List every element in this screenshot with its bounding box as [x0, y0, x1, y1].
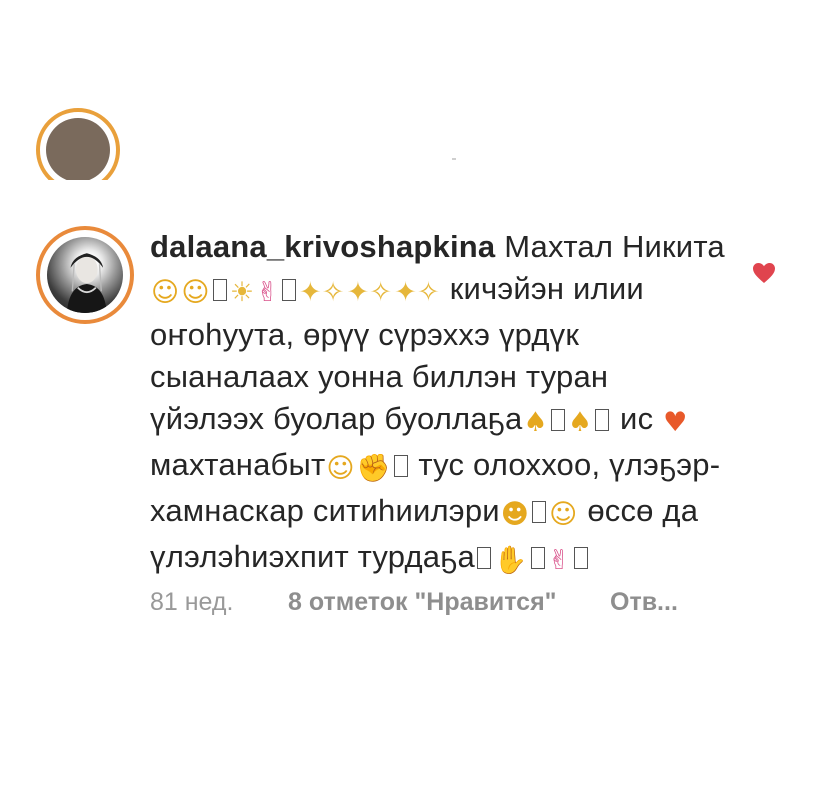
- folded-hands-icon: ♠: [567, 407, 593, 438]
- missing-glyph-icon: [573, 547, 588, 569]
- smiling-face-icon: ☺: [326, 453, 355, 484]
- thumbs-up-icon: ✌: [256, 277, 279, 308]
- missing-glyph-icon: [476, 547, 491, 569]
- profile-photo: [66, 253, 107, 313]
- missing-glyph-icon: [595, 409, 610, 431]
- missing-glyph-icon: [532, 501, 547, 523]
- missing-glyph-icon: [393, 455, 408, 477]
- thumbs-up-icon: ✌: [547, 545, 571, 576]
- previous-comment-avatar[interactable]: [36, 108, 120, 192]
- missing-glyph-icon: [281, 279, 296, 301]
- missing-glyph-icon: [212, 279, 227, 301]
- missing-glyph-icon: [550, 409, 565, 431]
- avatar[interactable]: [36, 226, 134, 324]
- smiling-face-icon: ☺: [181, 277, 210, 308]
- reply-button[interactable]: Отв...: [610, 588, 678, 617]
- orange-heart-icon: ♥: [663, 407, 688, 438]
- comment-text: махтанабыт: [150, 447, 326, 482]
- comment-text: Махтал Никита: [495, 229, 725, 264]
- raised-fist-icon: ✊: [356, 453, 391, 484]
- sparkles-icon: ✦✧: [346, 277, 393, 308]
- folded-hands-icon: ♠: [523, 407, 548, 438]
- smiling-face-icon: ☺: [549, 499, 578, 530]
- comment-body: dalaana_krivoshapkina Махтал Никита ☺☺ ☀✌…: [150, 226, 730, 582]
- heart-eyes-icon: ☺: [151, 277, 180, 308]
- missing-glyph-icon: [530, 547, 545, 569]
- comment-username[interactable]: dalaana_krivoshapkina: [150, 229, 495, 264]
- clapping-hands-icon: ✋: [493, 545, 528, 576]
- divider-mark: [452, 158, 456, 160]
- raising-hands-icon: ☻: [500, 499, 530, 530]
- comment-timestamp: 81 нед.: [150, 588, 234, 616]
- sparkles-icon: ✦✧: [394, 277, 440, 308]
- sparkles-icon: ✦✧: [298, 277, 345, 308]
- sun-icon: ☀: [229, 277, 255, 308]
- comment-text: ис: [611, 401, 663, 436]
- like-heart-icon[interactable]: [752, 262, 776, 284]
- likes-count-link[interactable]: 8 отметок "Нравится": [288, 588, 557, 617]
